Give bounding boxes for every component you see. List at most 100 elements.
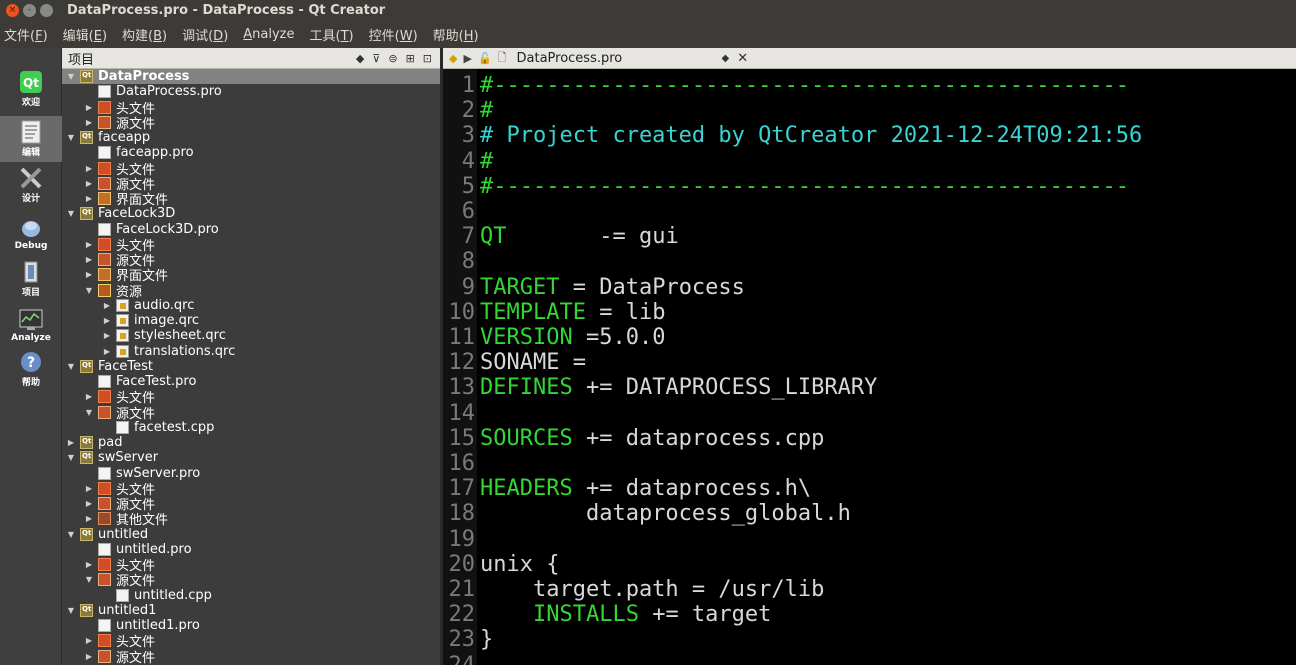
document-combo-arrow-icon[interactable]: ◆ xyxy=(722,53,730,64)
menu-item-7[interactable]: 帮助(H) xyxy=(433,25,479,44)
mode-6[interactable]: ? 帮助 xyxy=(0,346,62,392)
expanded-arrow-icon[interactable]: ▼ xyxy=(66,606,76,615)
menu-item-1[interactable]: 编辑(E) xyxy=(63,25,107,44)
code-line[interactable] xyxy=(480,451,1290,476)
tree-item[interactable]: ▼ DataProcess xyxy=(62,69,440,84)
combo-arrow-icon[interactable]: ◆ xyxy=(356,52,364,65)
mode-3[interactable]: Debug xyxy=(0,210,62,256)
code-line[interactable]: dataprocess_global.h xyxy=(480,501,1290,526)
close-document-icon[interactable]: ✕ xyxy=(737,51,748,66)
menu-item-0[interactable]: 文件(F) xyxy=(4,25,48,44)
code-line[interactable]: unix { xyxy=(480,552,1290,577)
code-line[interactable] xyxy=(480,527,1290,552)
tree-item[interactable]: ▶ 源文件 xyxy=(62,115,440,132)
code-line[interactable]: # xyxy=(480,98,1290,123)
menu-item-5[interactable]: 工具(T) xyxy=(310,25,354,44)
code-line[interactable] xyxy=(480,199,1290,224)
tree-item[interactable]: ▶ pad xyxy=(62,435,440,450)
expanded-arrow-icon[interactable]: ▼ xyxy=(84,408,94,417)
mode-1[interactable]: 编辑 xyxy=(0,116,62,162)
collapsed-arrow-icon[interactable]: ▶ xyxy=(84,164,94,173)
tree-item[interactable]: ▼ untitled1 xyxy=(62,603,440,618)
code-line[interactable]: TEMPLATE = lib xyxy=(480,300,1290,325)
close-pane-icon[interactable]: ⊡ xyxy=(423,52,432,65)
menu-item-2[interactable]: 构建(B) xyxy=(122,25,167,44)
mode-4[interactable]: 项目 xyxy=(0,256,62,302)
expanded-arrow-icon[interactable]: ▼ xyxy=(66,133,76,142)
collapsed-arrow-icon[interactable]: ▶ xyxy=(84,484,94,493)
split-icon[interactable]: ⊞ xyxy=(406,52,415,65)
code-line[interactable]: TARGET = DataProcess xyxy=(480,275,1290,300)
code-editor[interactable]: 1 #--------------------------------------… xyxy=(443,69,1296,665)
code-line[interactable]: DEFINES += DATAPROCESS_LIBRARY xyxy=(480,375,1290,400)
tree-item[interactable]: ▶ 其他文件 xyxy=(62,511,440,528)
collapsed-arrow-icon[interactable]: ▶ xyxy=(102,301,112,310)
menu-item-6[interactable]: 控件(W) xyxy=(369,25,418,44)
projects-view-selector[interactable]: 项目 xyxy=(68,49,356,68)
code-line[interactable] xyxy=(480,653,1290,665)
tree-item[interactable]: ▼ 源文件 xyxy=(62,405,440,422)
tree-item[interactable]: ▼ FaceLock3D xyxy=(62,206,440,221)
collapsed-arrow-icon[interactable]: ▶ xyxy=(84,392,94,401)
mode-0[interactable]: Qt 欢迎 xyxy=(0,66,62,112)
collapsed-arrow-icon[interactable]: ▶ xyxy=(102,316,112,325)
tree-item[interactable]: ▼ 资源 xyxy=(62,283,440,300)
tree-item[interactable]: ▼ untitled xyxy=(62,527,440,542)
collapsed-arrow-icon[interactable]: ▶ xyxy=(84,194,94,203)
expanded-arrow-icon[interactable]: ▼ xyxy=(66,72,76,81)
code-line[interactable]: #---------------------------------------… xyxy=(480,174,1290,199)
menu-item-4[interactable]: Analyze xyxy=(243,27,294,42)
expanded-arrow-icon[interactable]: ▼ xyxy=(66,209,76,218)
link-editor-icon[interactable]: ⊜ xyxy=(388,52,397,65)
window-close-button[interactable]: × xyxy=(6,3,19,17)
expanded-arrow-icon[interactable]: ▼ xyxy=(66,530,76,539)
tree-item[interactable]: ▼ faceapp xyxy=(62,130,440,145)
expanded-arrow-icon[interactable]: ▼ xyxy=(84,286,94,295)
code-line[interactable]: SONAME = xyxy=(480,350,1290,375)
collapsed-arrow-icon[interactable]: ▶ xyxy=(84,560,94,569)
nav-back-icon[interactable]: ◆ xyxy=(449,52,457,65)
collapsed-arrow-icon[interactable]: ▶ xyxy=(84,652,94,661)
collapsed-arrow-icon[interactable]: ▶ xyxy=(84,179,94,188)
tree-item[interactable]: untitled.cpp xyxy=(62,588,440,603)
tree-item[interactable]: ▼ 源文件 xyxy=(62,572,440,589)
code-line[interactable]: QT -= gui xyxy=(480,224,1290,249)
collapsed-arrow-icon[interactable]: ▶ xyxy=(84,103,94,112)
tree-item[interactable]: facetest.cpp xyxy=(62,420,440,435)
tree-item[interactable]: ▼ FaceTest xyxy=(62,359,440,374)
code-line[interactable]: # xyxy=(480,149,1290,174)
expanded-arrow-icon[interactable]: ▼ xyxy=(84,575,94,584)
collapsed-arrow-icon[interactable]: ▶ xyxy=(84,255,94,264)
collapsed-arrow-icon[interactable]: ▶ xyxy=(66,438,76,447)
tree-item[interactable]: ▶ 界面文件 xyxy=(62,191,440,208)
tree-item[interactable]: ▼ swServer xyxy=(62,450,440,465)
tree-item[interactable]: ▶ translations.qrc xyxy=(62,344,440,359)
code-line[interactable]: HEADERS += dataprocess.h\ xyxy=(480,476,1290,501)
code-line[interactable]: SOURCES += dataprocess.cpp xyxy=(480,426,1290,451)
expanded-arrow-icon[interactable]: ▼ xyxy=(66,453,76,462)
menu-item-3[interactable]: 调试(D) xyxy=(182,25,228,44)
filter-icon[interactable]: ⊽ xyxy=(372,52,380,65)
code-line[interactable] xyxy=(480,401,1290,426)
code-line[interactable] xyxy=(480,249,1290,274)
code-line[interactable]: # Project created by QtCreator 2021-12-2… xyxy=(480,123,1290,148)
code-line[interactable]: INSTALLS += target xyxy=(480,602,1290,627)
tree-item[interactable]: ▶ audio.qrc xyxy=(62,298,440,313)
tree-item[interactable]: ▶ 源文件 xyxy=(62,649,440,665)
collapsed-arrow-icon[interactable]: ▶ xyxy=(84,270,94,279)
window-maximize-button[interactable] xyxy=(40,3,53,17)
tree-item[interactable]: ▶ image.qrc xyxy=(62,313,440,328)
collapsed-arrow-icon[interactable]: ▶ xyxy=(84,240,94,249)
code-line[interactable]: } xyxy=(480,627,1290,652)
code-line[interactable]: #---------------------------------------… xyxy=(480,73,1290,98)
nav-forward-icon[interactable]: ▶ xyxy=(463,52,471,65)
collapsed-arrow-icon[interactable]: ▶ xyxy=(102,347,112,356)
collapsed-arrow-icon[interactable]: ▶ xyxy=(84,514,94,523)
code-line[interactable]: VERSION =5.0.0 xyxy=(480,325,1290,350)
collapsed-arrow-icon[interactable]: ▶ xyxy=(84,118,94,127)
expanded-arrow-icon[interactable]: ▼ xyxy=(66,362,76,371)
lock-icon[interactable]: 🔓 xyxy=(478,52,492,65)
code-line[interactable]: target.path = /usr/lib xyxy=(480,577,1290,602)
project-tree[interactable]: ▼DataProcessDataProcess.pro▶头文件▶源文件▼face… xyxy=(62,69,440,665)
collapsed-arrow-icon[interactable]: ▶ xyxy=(102,331,112,340)
